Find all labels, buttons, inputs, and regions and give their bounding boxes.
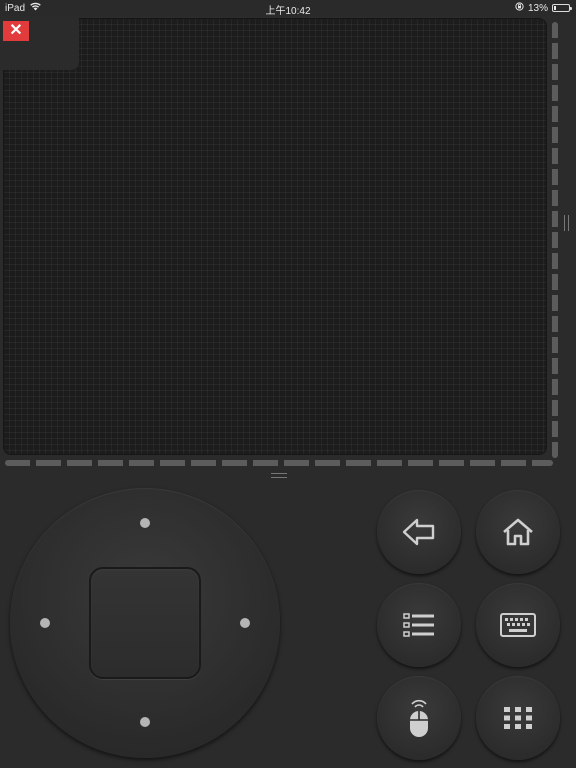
trackpad-area [0, 16, 576, 474]
status-bar: iPad 上午10:42 13% [0, 0, 576, 17]
close-icon: ✕ [9, 22, 23, 39]
home-icon [501, 518, 535, 546]
keyboard-icon [500, 613, 536, 637]
keyboard-button[interactable] [476, 583, 560, 667]
menu-button[interactable] [377, 583, 461, 667]
home-button[interactable] [476, 490, 560, 574]
trackpad[interactable] [3, 18, 547, 455]
mouse-icon [406, 698, 432, 738]
apps-grid-icon [503, 706, 533, 730]
back-button[interactable] [377, 490, 461, 574]
apps-button[interactable] [476, 676, 560, 760]
battery-level [554, 6, 556, 10]
list-menu-icon [403, 612, 435, 638]
vertical-resize-grip-icon[interactable] [564, 215, 569, 231]
battery-icon [552, 4, 572, 12]
mouse-button[interactable] [377, 676, 461, 760]
battery-percent: 13% [527, 2, 548, 14]
dpad-right-button[interactable] [240, 618, 250, 628]
status-time: 上午10:42 [265, 6, 311, 17]
horizontal-scroll-strip[interactable] [5, 460, 553, 466]
rotation-lock-icon [515, 2, 524, 14]
close-button[interactable]: ✕ [3, 21, 29, 41]
dpad[interactable] [10, 488, 280, 758]
dpad-left-button[interactable] [40, 618, 50, 628]
back-arrow-icon [402, 517, 436, 547]
dpad-down-button[interactable] [140, 717, 150, 727]
horizontal-resize-grip-icon[interactable] [271, 473, 287, 478]
dpad-up-button[interactable] [140, 518, 150, 528]
vertical-scroll-strip[interactable] [552, 22, 558, 458]
dpad-select-button[interactable] [89, 567, 201, 679]
status-right: 13% [515, 2, 572, 14]
